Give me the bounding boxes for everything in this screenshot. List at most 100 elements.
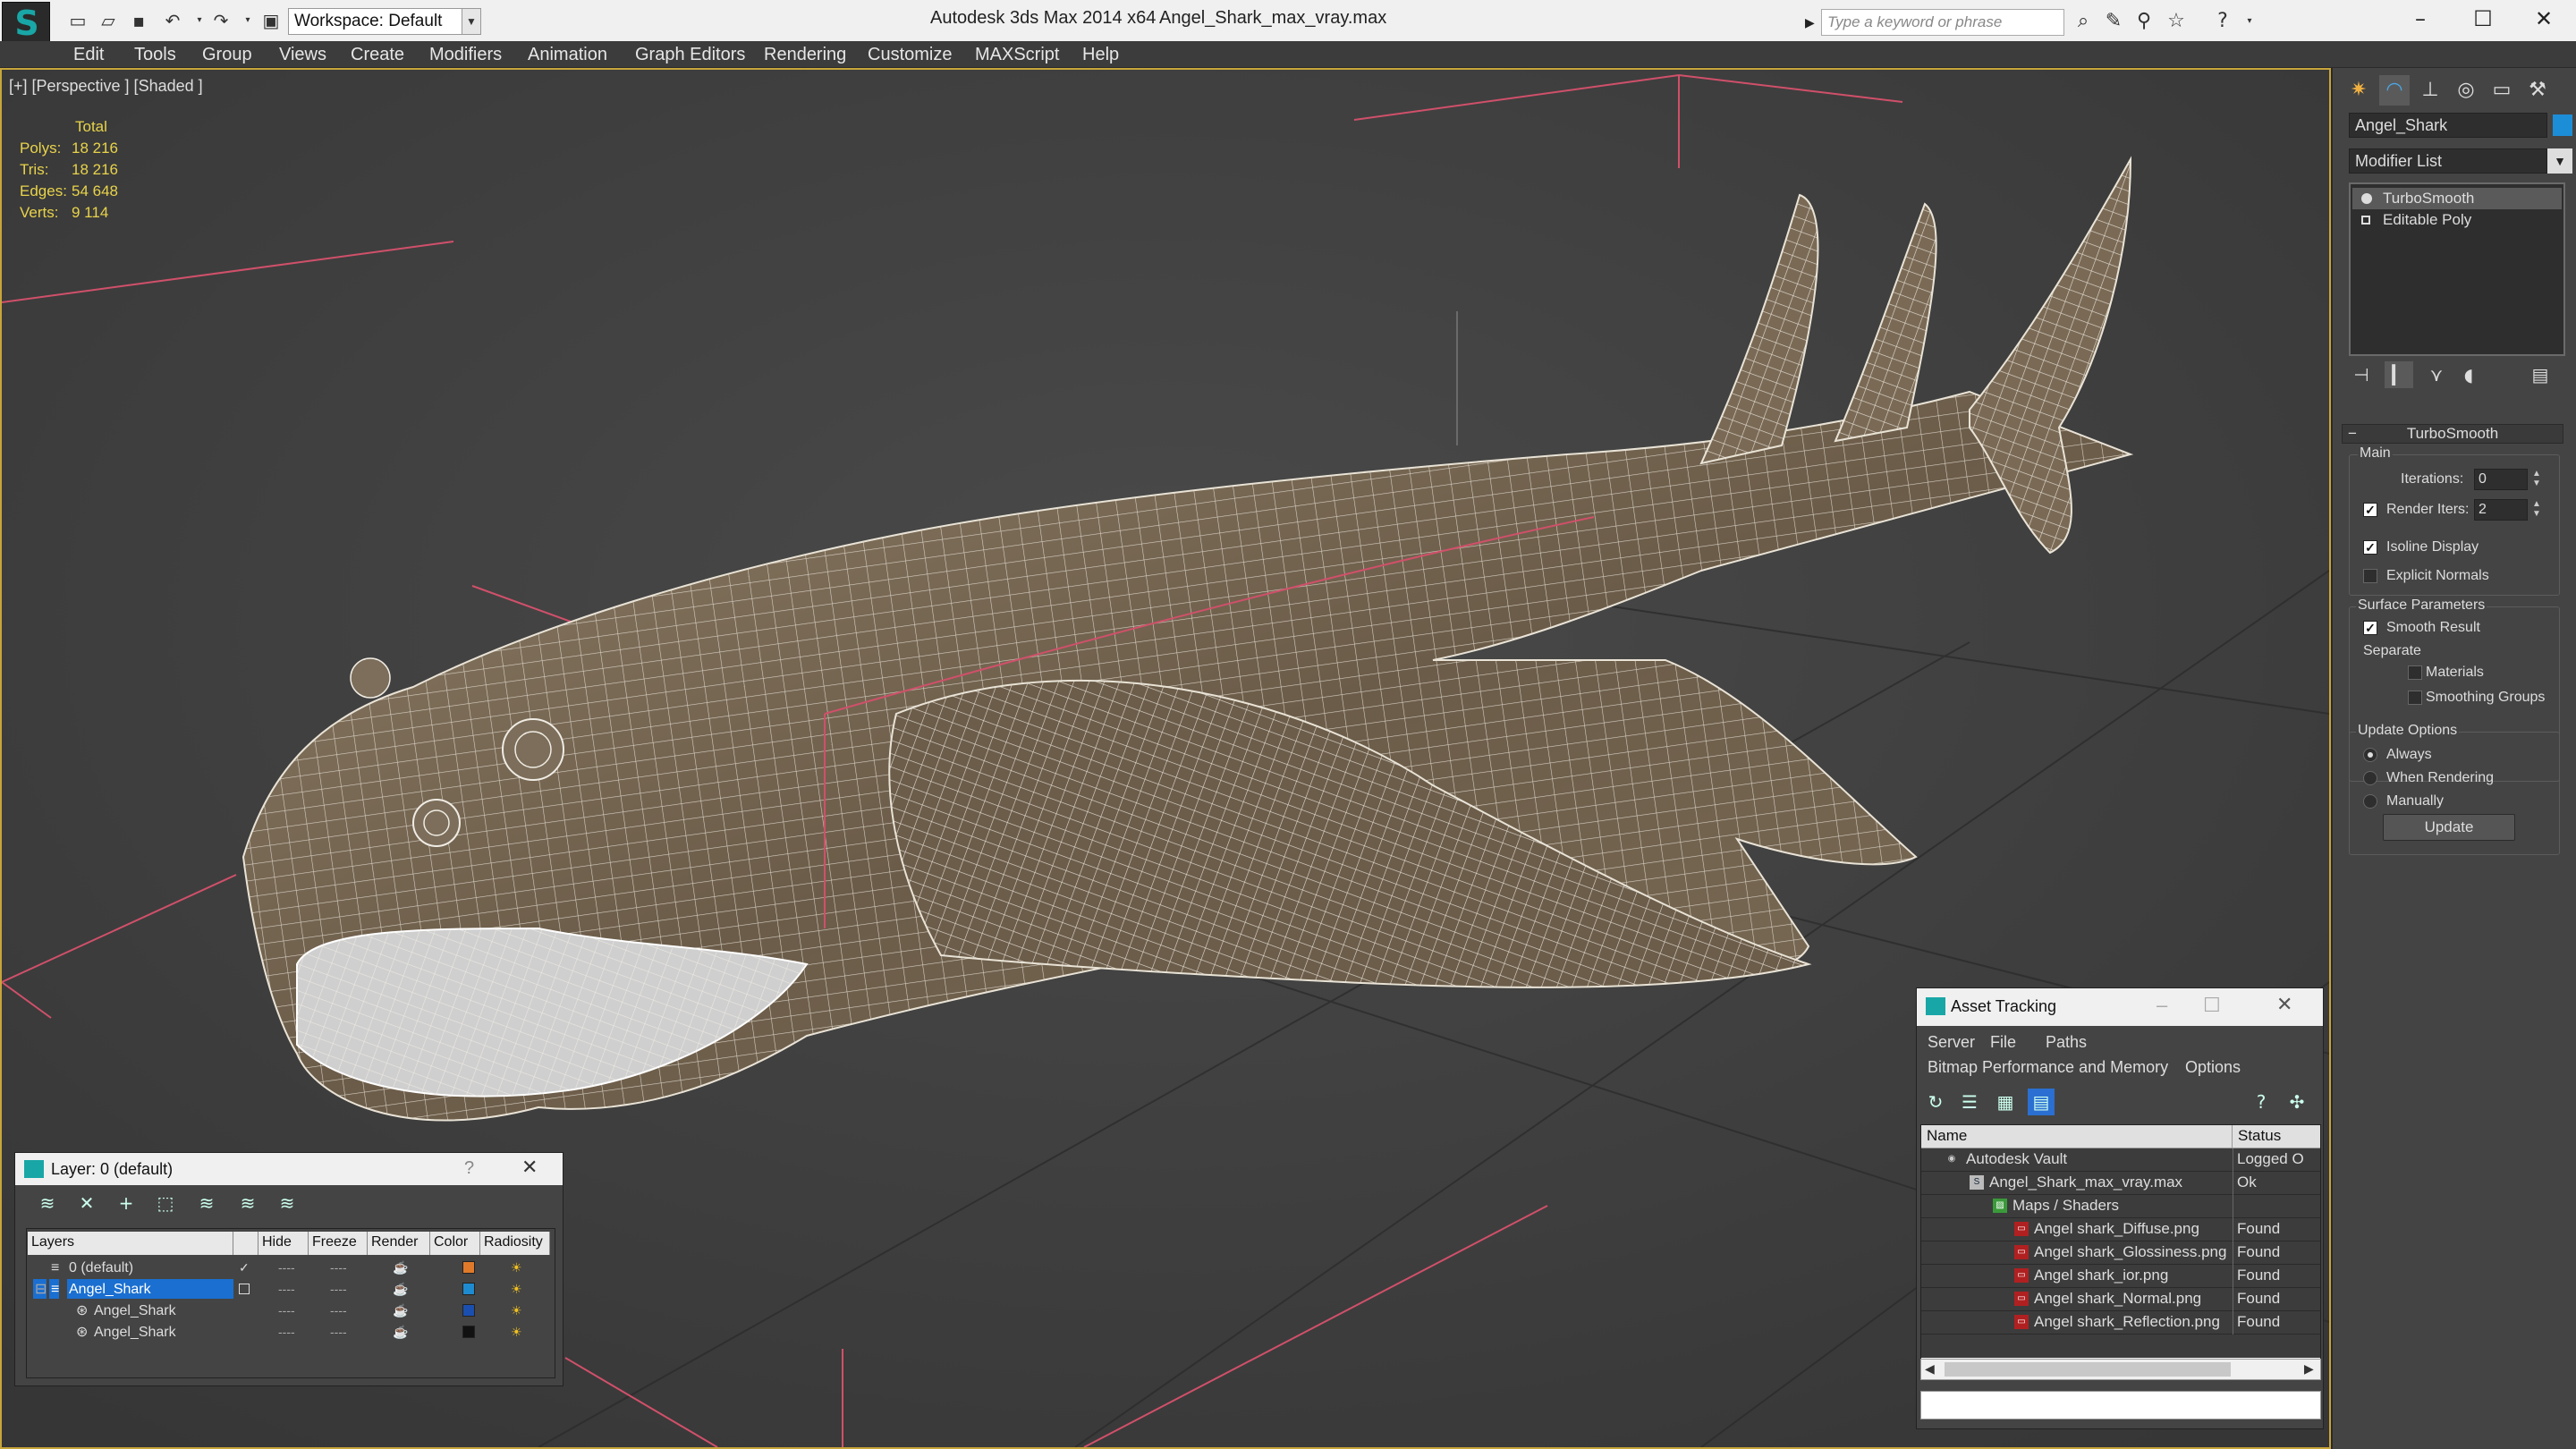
radiosity-icon[interactable]: ☀ [511,1257,522,1278]
thumbnail-view-icon[interactable]: ▦ [1992,1089,2019,1115]
asset-row[interactable]: ▭ Angel shark_Glossiness.png Found [1921,1241,2320,1265]
asset-path-field[interactable] [1920,1391,2321,1419]
menu-file[interactable]: File [1990,1033,2016,1052]
close-icon[interactable]: ✕ [2276,994,2292,1016]
smooth-result-checkbox[interactable]: ✓ [2363,621,2377,635]
hide-toggle[interactable]: ---- [278,1300,295,1321]
layer-name[interactable]: 0 (default) [67,1258,133,1277]
undo-icon[interactable]: ↶ [161,9,184,32]
help-dropdown-icon[interactable]: ▾ [2236,9,2263,34]
object-name-field[interactable]: Angel_Shark [2349,113,2547,138]
show-end-result-icon[interactable]: ▎ [2385,361,2413,388]
select-objects-icon[interactable]: ⬚ [153,1191,178,1216]
redo-dropdown-icon[interactable]: ▾ [236,9,259,32]
stack-item-editable-poly[interactable]: Editable Poly [2352,209,2562,231]
menu-server[interactable]: Server [1928,1033,1975,1052]
make-unique-icon[interactable]: ⋎ [2422,361,2451,388]
open-file-icon[interactable]: ▱ [97,9,120,32]
menu-rendering[interactable]: Rendering [764,44,846,65]
column-header[interactable]: Hide [258,1232,309,1255]
when-rendering-radio[interactable] [2363,771,2377,785]
viewport-label[interactable]: [+] [Perspective ] [Shaded ] [9,77,203,96]
render-teapot-icon[interactable]: ☕ [393,1257,408,1278]
freeze-toggle[interactable]: ---- [330,1278,347,1300]
help-icon[interactable]: ? [464,1158,474,1179]
asset-tracking-titlebar[interactable]: Asset Tracking – ☐ ✕ [1917,988,2323,1026]
menu-maxscript[interactable]: MAXScript [975,44,1059,65]
column-header[interactable]: Color [430,1232,480,1255]
menu-bitmap-performance[interactable]: Bitmap Performance and Memory [1928,1058,2168,1077]
asset-row[interactable]: ▭ Angel shark_Reflection.png Found [1921,1311,2320,1335]
refresh-icon[interactable]: ↻ [1922,1089,1949,1115]
iterations-spinner[interactable]: 0 [2474,469,2528,490]
radiosity-icon[interactable]: ☀ [511,1321,522,1343]
communication-center-icon[interactable]: ⚲ [2131,9,2157,34]
layer-color-swatch[interactable] [462,1283,475,1295]
render-iters-checkbox[interactable]: ✓ [2363,503,2377,517]
hide-toggle[interactable]: ---- [278,1278,295,1300]
minimize-icon[interactable]: – [2157,994,2167,1017]
column-header[interactable]: Layers [28,1232,233,1255]
expand-box-icon[interactable] [2361,216,2370,225]
column-header-status[interactable]: Status [2233,1125,2320,1148]
menu-group[interactable]: Group [202,44,252,65]
lightbulb-icon[interactable] [2361,193,2372,204]
close-icon[interactable]: ✕ [521,1157,538,1179]
configure-sets-icon[interactable]: ▤ [2526,361,2555,388]
layer-color-swatch[interactable] [462,1261,475,1274]
freeze-toggle[interactable]: ---- [330,1300,347,1321]
asset-row[interactable]: ▭ Angel shark_Diffuse.png Found [1921,1218,2320,1241]
freeze-toggle[interactable]: ---- [330,1257,347,1278]
delete-layer-icon[interactable]: ✕ [74,1191,99,1216]
asset-row[interactable]: S Angel_Shark_max_vray.max Ok [1921,1172,2320,1195]
undo-dropdown-icon[interactable]: ▾ [188,9,211,32]
modifier-list-dropdown[interactable]: Modifier List [2349,148,2547,174]
utilities-tab-icon[interactable]: ⚒ [2522,75,2553,106]
binoculars-icon[interactable]: ⌕ [2070,9,2097,34]
object-name[interactable]: Angel_Shark [92,1322,176,1342]
scroll-left-icon[interactable]: ◀ [1925,1361,1935,1377]
chevron-down-icon[interactable]: ▼ [462,8,481,35]
turbosmooth-rollout-header[interactable]: − TurboSmooth [2342,424,2563,444]
layer-row[interactable]: ⊛ Angel_Shark ---- ---- ☕ ☀ [28,1300,547,1321]
modify-tab-icon[interactable]: ◠ [2379,75,2410,106]
hide-toggle[interactable]: ---- [278,1257,295,1278]
spinner-arrows-icon[interactable]: ▲ ▼ [2529,499,2544,521]
update-button[interactable]: Update [2383,814,2515,841]
project-folder-icon[interactable]: ▣ [259,9,283,32]
redo-icon[interactable]: ↷ [209,9,233,32]
menu-create[interactable]: Create [351,44,404,65]
search-input[interactable]: Type a keyword or phrase [1821,9,2064,36]
asset-row[interactable]: ▨ Maps / Shaders [1921,1195,2320,1218]
hierarchy-tab-icon[interactable]: ⊥ [2415,75,2445,106]
render-teapot-icon[interactable]: ☕ [393,1300,408,1321]
menu-customize[interactable]: Customize [868,44,952,65]
menu-graph-editors[interactable]: Graph Editors [635,44,745,65]
smoothing-groups-checkbox[interactable] [2408,691,2422,705]
set-current-box[interactable] [239,1284,250,1294]
hide-toggle[interactable]: ---- [278,1321,295,1343]
hide-all-icon[interactable]: ≋ [235,1191,260,1216]
render-teapot-icon[interactable]: ☕ [393,1278,408,1300]
menu-help[interactable]: Help [1082,44,1119,65]
object-color-swatch[interactable] [2553,114,2572,136]
freeze-all-icon[interactable]: ≋ [275,1191,300,1216]
render-iters-spinner[interactable]: 2 [2474,499,2528,521]
help-icon[interactable]: ? [2209,9,2236,34]
layer-dialog-titlebar[interactable]: Layer: 0 (default) ? ✕ [15,1153,563,1185]
new-file-icon[interactable]: ▭ [66,9,89,32]
workspace-dropdown[interactable]: Workspace: Default [288,8,479,35]
pin-icon[interactable]: ✣ [2284,1089,2310,1115]
materials-checkbox[interactable] [2408,665,2422,680]
column-header-name[interactable]: Name [1921,1125,2233,1148]
layer-name[interactable]: Angel_Shark [67,1279,233,1299]
save-file-icon[interactable]: ▪ [127,9,150,32]
motion-tab-icon[interactable]: ◎ [2451,75,2481,106]
close-icon[interactable]: ✕ [2517,5,2571,32]
explicit-normals-checkbox[interactable] [2363,569,2377,583]
isoline-display-checkbox[interactable]: ✓ [2363,540,2377,555]
layer-row[interactable]: ⊛ Angel_Shark ---- ---- ☕ ☀ [28,1321,547,1343]
table-view-icon[interactable]: ▤ [2028,1089,2055,1115]
pin-stack-icon[interactable]: ⊣ [2347,361,2376,388]
radiosity-icon[interactable]: ☀ [511,1300,522,1321]
